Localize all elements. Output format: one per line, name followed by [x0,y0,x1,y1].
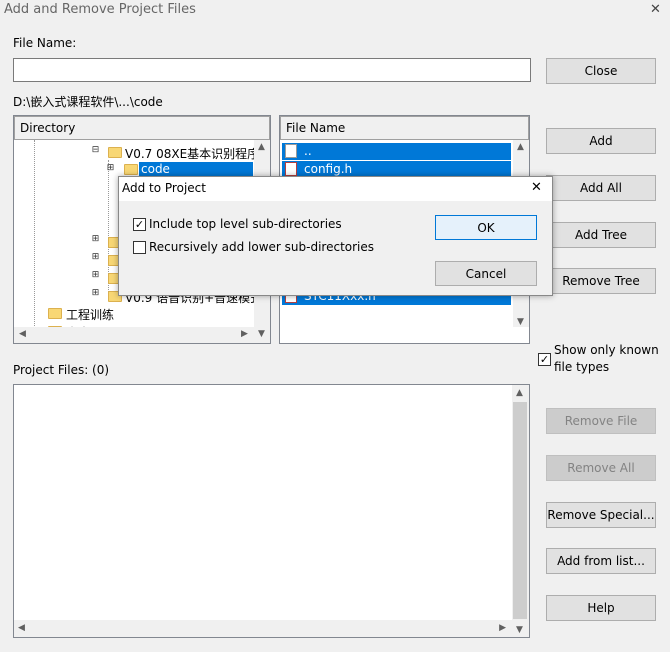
current-path: D:\嵌入式课程软件\...\code [13,95,163,109]
directory-hscroll[interactable]: ◀ ▶ ▼ [14,327,270,343]
add-all-button[interactable]: Add All [546,175,656,201]
scroll-thumb[interactable] [513,402,527,619]
dialog-close-icon[interactable]: ✕ [531,180,542,195]
scroll-up-icon[interactable]: ▲ [516,388,523,398]
remove-file-button[interactable]: Remove File [546,408,656,434]
scroll-right-icon[interactable]: ▶ [241,329,248,339]
window-close-icon[interactable]: ✕ [650,2,661,17]
project-files-vscroll[interactable]: ▲ ▼ [512,385,529,637]
dialog-title: Add to Project [122,181,206,195]
expand-icon[interactable]: ⊞ [91,253,100,263]
expand-icon[interactable]: ⊞ [91,235,100,245]
folder-icon [108,147,122,158]
help-button[interactable]: Help [546,595,656,621]
project-files-hscroll[interactable]: ◀ ▶ [14,620,512,637]
show-known-checkbox[interactable]: ✓ [538,353,551,366]
file-name-label: File Name: [13,36,77,50]
include-top-checkbox[interactable]: ✓ [133,218,146,231]
cancel-button[interactable]: Cancel [435,261,537,286]
tree-line [34,140,35,330]
file-name-input[interactable] [13,58,531,82]
scroll-down-icon[interactable]: ▼ [516,625,523,635]
folder-icon [124,164,138,175]
scroll-down-icon[interactable]: ▼ [517,317,524,327]
header-file-icon [285,162,297,176]
add-from-list-button[interactable]: Add from list... [546,548,656,574]
file-icon [285,144,297,158]
add-button[interactable]: Add [546,128,656,154]
scroll-right-icon[interactable]: ▶ [499,623,506,633]
add-tree-button[interactable]: Add Tree [546,222,656,248]
scroll-up-icon[interactable]: ▲ [258,142,265,152]
remove-all-button[interactable]: Remove All [546,455,656,481]
expand-icon[interactable]: ⊞ [91,289,100,299]
directory-header[interactable]: Directory [14,116,270,140]
directory-item[interactable]: 工程训练 [66,306,114,323]
remove-special-button[interactable]: Remove Special... [546,502,656,528]
recursive-label: Recursively add lower sub-directories [149,240,375,254]
file-name-header[interactable]: File Name [280,116,529,140]
remove-tree-button[interactable]: Remove Tree [546,268,656,294]
directory-item-selected[interactable]: code [139,162,253,176]
file-item-label: .. [304,144,312,158]
include-top-label: Include top level sub-directories [149,217,342,231]
scroll-left-icon[interactable]: ◀ [19,329,26,339]
expand-icon[interactable]: ⊞ [91,271,100,281]
file-item-selected[interactable]: .. [282,143,511,160]
close-button[interactable]: Close [546,58,656,84]
show-known-label-2: file types [554,360,610,374]
scroll-down-icon[interactable]: ▼ [258,329,265,339]
recursive-checkbox[interactable] [133,241,146,254]
ok-button[interactable]: OK [435,215,537,240]
folder-icon [48,308,62,319]
expand-icon[interactable]: ⊞ [106,164,115,174]
collapse-icon[interactable]: ⊟ [91,146,100,156]
add-to-project-dialog: Add to Project ✕ ✓ Include top level sub… [118,176,553,296]
directory-item[interactable]: V0.7 08XE基本识别程序 [125,145,259,162]
scroll-left-icon[interactable]: ◀ [18,623,25,633]
dialog-titlebar: Add to Project ✕ [119,177,552,201]
scroll-up-icon[interactable]: ▲ [517,142,524,152]
window-title: Add and Remove Project Files [4,2,196,17]
project-files-label: Project Files: (0) [13,363,110,377]
file-item-label: config.h [304,162,353,176]
project-files-list[interactable]: ▲ ▼ ◀ ▶ [13,384,530,638]
show-known-label-1: Show only known [554,343,659,357]
